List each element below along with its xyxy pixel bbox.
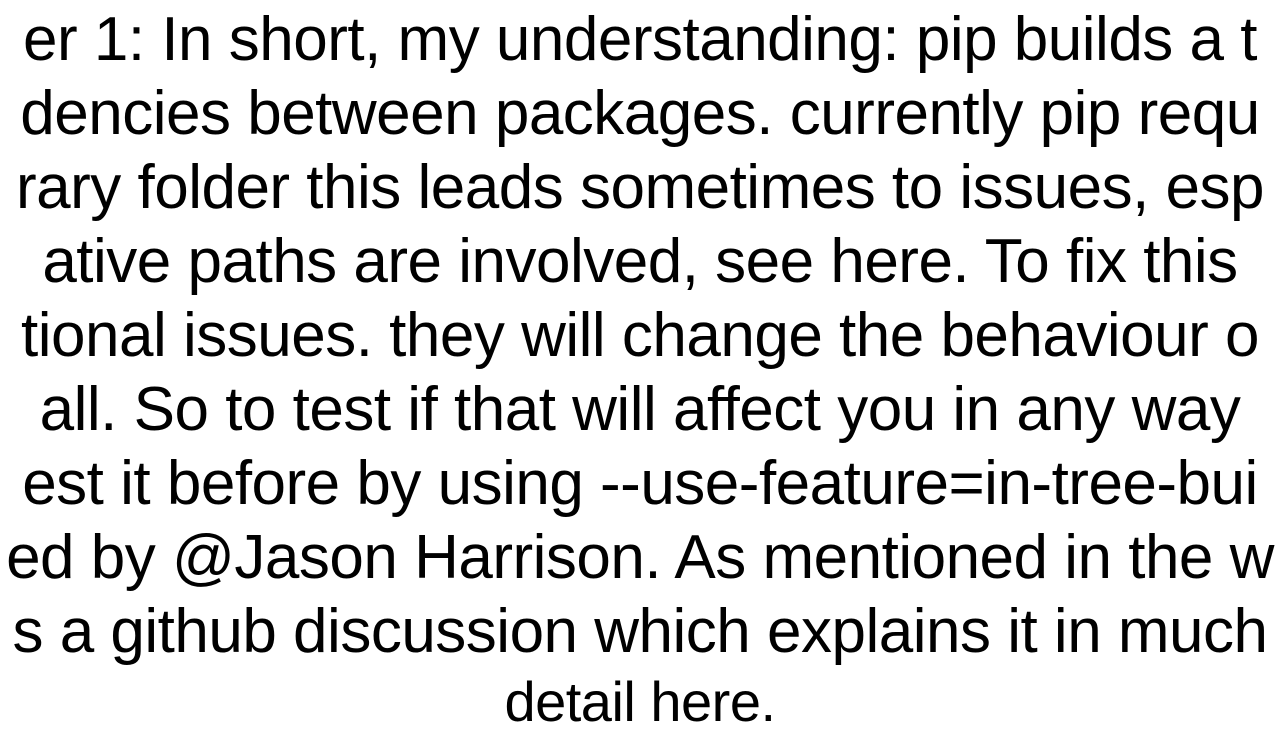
text-line-2: dencies between packages. currently pip … [20,77,1259,151]
text-line-6: all. So to test if that will affect you … [40,373,1241,447]
text-line-4: ative paths are involved, see here. To f… [42,225,1237,299]
text-line-1: er 1: In short, my understanding: pip bu… [23,3,1257,77]
text-line-8: ed by @Jason Harrison. As mentioned in t… [6,521,1274,595]
text-line-10: detail here. [504,669,775,736]
text-line-7: est it before by using --use-feature=in-… [22,447,1258,521]
text-line-5: tional issues. they will change the beha… [21,299,1259,373]
text-line-9: s a github discussion which explains it … [12,595,1267,669]
text-line-3: rary folder this leads sometimes to issu… [16,151,1264,225]
document-body: er 1: In short, my understanding: pip bu… [0,0,1280,720]
